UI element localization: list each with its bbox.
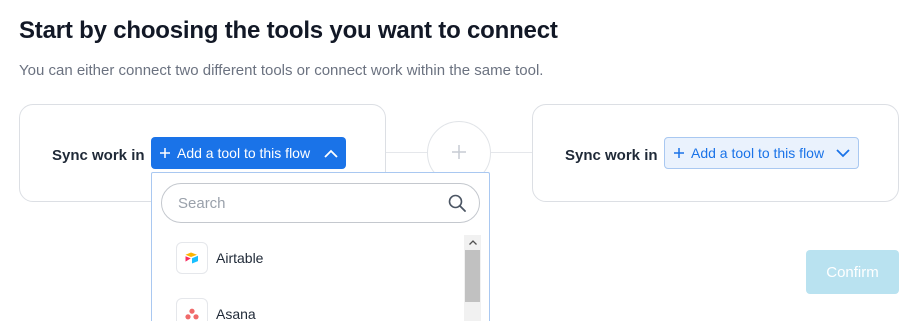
source-add-tool-button[interactable]: Add a tool to this flow	[151, 137, 346, 169]
asana-logo-icon	[176, 298, 208, 321]
plus-icon	[451, 140, 467, 166]
tool-dropdown: Airtable Asana	[151, 172, 490, 321]
plus-icon	[673, 145, 685, 162]
tool-option-airtable[interactable]: Airtable	[176, 240, 456, 276]
tool-option-label: Asana	[216, 306, 256, 321]
chevron-down-icon	[836, 148, 850, 158]
chevron-up-icon	[324, 149, 338, 158]
dropdown-scrollbar[interactable]	[464, 235, 481, 321]
page-title: Start by choosing the tools you want to …	[19, 17, 558, 44]
source-card-label: Sync work in	[52, 147, 145, 164]
tool-option-asana[interactable]: Asana	[176, 296, 456, 321]
plus-icon	[159, 145, 171, 162]
page-subtitle: You can either connect two different too…	[19, 62, 544, 79]
search-box	[161, 183, 480, 223]
destination-card-label: Sync work in	[565, 147, 658, 164]
destination-add-tool-button[interactable]: Add a tool to this flow	[664, 137, 859, 169]
search-input[interactable]	[178, 184, 438, 222]
search-icon[interactable]	[448, 194, 466, 217]
destination-add-tool-label: Add a tool to this flow	[691, 145, 825, 161]
scrollbar-thumb[interactable]	[465, 250, 480, 302]
connector-line-right	[491, 152, 532, 153]
connector-line-left	[386, 152, 427, 153]
airtable-logo-icon	[176, 242, 208, 274]
confirm-button[interactable]: Confirm	[806, 250, 899, 294]
source-add-tool-label: Add a tool to this flow	[177, 145, 311, 161]
scroll-up-arrow-icon[interactable]	[464, 235, 481, 249]
tool-option-label: Airtable	[216, 250, 264, 266]
